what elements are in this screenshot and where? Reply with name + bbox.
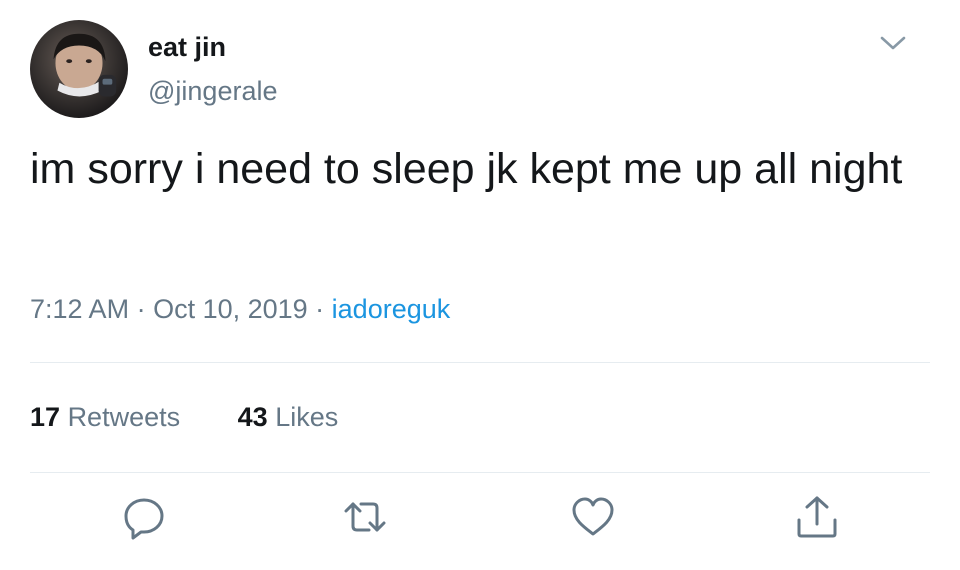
reply-icon[interactable]: [121, 494, 167, 540]
tweet-card: eat jin @jingerale im sorry i need to sl…: [0, 0, 960, 570]
meta-separator: ·: [307, 294, 332, 324]
chevron-down-icon[interactable]: [878, 32, 908, 54]
tweet-source-link[interactable]: iadoreguk: [332, 294, 451, 324]
tweet-stats: 17 Retweets 43 Likes: [30, 402, 388, 433]
meta-separator: ·: [129, 294, 154, 324]
user-handle[interactable]: @jingerale: [148, 76, 277, 107]
retweets-stat[interactable]: 17 Retweets: [30, 402, 180, 433]
tweet-text: im sorry i need to sleep jk kept me up a…: [30, 145, 903, 193]
profile-photo-icon: [53, 33, 117, 97]
tweet-meta: 7:12 AM · Oct 10, 2019 · iadoreguk: [30, 294, 450, 325]
like-icon[interactable]: [570, 494, 616, 540]
likes-count: 43: [237, 402, 268, 432]
display-name[interactable]: eat jin: [148, 32, 226, 63]
likes-label: Likes: [275, 402, 339, 432]
share-icon[interactable]: [794, 494, 840, 540]
likes-stat[interactable]: 43 Likes: [238, 402, 339, 433]
divider: [30, 472, 930, 473]
divider: [30, 362, 930, 363]
retweet-icon[interactable]: [342, 494, 388, 540]
avatar[interactable]: [30, 20, 128, 118]
retweets-label: Retweets: [67, 402, 181, 432]
tweet-date[interactable]: Oct 10, 2019: [153, 294, 308, 324]
tweet-time[interactable]: 7:12 AM: [30, 294, 129, 324]
retweets-count: 17: [30, 402, 61, 432]
